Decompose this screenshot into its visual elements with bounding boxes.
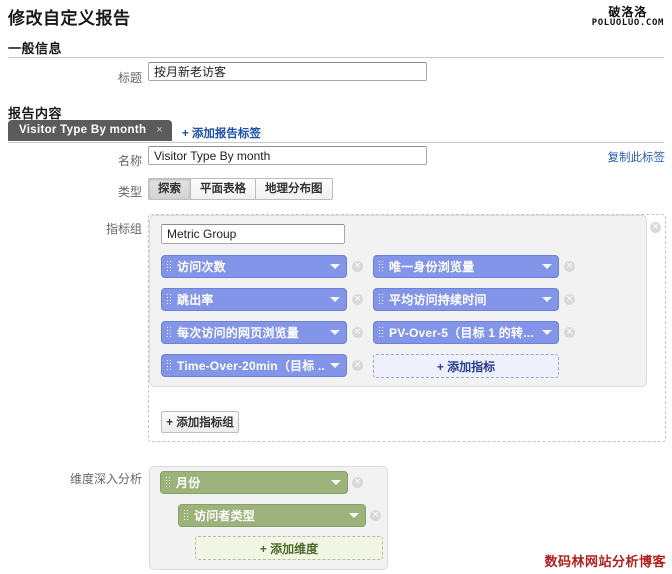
add-report-tab-link[interactable]: + 添加报告标签 [182, 125, 261, 141]
copy-tab-link[interactable]: 复制此标签 [608, 149, 666, 165]
metric-pill-label: 平均访问持续时间 [389, 293, 487, 307]
close-icon[interactable]: × [156, 124, 163, 136]
title-field-label: 标题 [117, 71, 142, 85]
metric-pill-label: 唯一身份浏览量 [389, 260, 475, 274]
metric-pill-time-over-20min[interactable]: Time-Over-20min（目标 ... [161, 354, 347, 377]
name-input[interactable] [148, 146, 427, 165]
drag-handle-icon[interactable] [166, 260, 173, 273]
divider-content [8, 142, 664, 143]
remove-metric-icon-bounce-rate[interactable]: × [352, 294, 363, 305]
dimension-pill-label: 月份 [176, 476, 201, 490]
metric-pill-pageviews-per-visit[interactable]: 每次访问的网页浏览量 [161, 321, 347, 344]
chevron-down-icon[interactable] [330, 363, 340, 368]
name-field-label: 名称 [117, 154, 142, 168]
remove-metric-icon-unique-pageviews[interactable]: × [564, 261, 575, 272]
remove-metric-icon-pv-over-5[interactable]: × [564, 327, 575, 338]
section-heading-general: 一般信息 [8, 41, 63, 56]
chevron-down-icon[interactable] [330, 330, 340, 335]
add-dimension-button[interactable]: + 添加维度 [195, 536, 383, 560]
remove-metric-icon-avg-visit-duration[interactable]: × [564, 294, 575, 305]
report-type-button-explore[interactable]: 探索 [148, 178, 191, 200]
dimension-pill-month[interactable]: 月份 [160, 471, 348, 494]
chevron-down-icon[interactable] [542, 264, 552, 269]
chevron-down-icon[interactable] [330, 297, 340, 302]
dimension-field-label: 维度深入分析 [69, 472, 142, 486]
drag-handle-icon[interactable] [166, 293, 173, 306]
title-input[interactable] [148, 62, 427, 81]
report-tab-label: Visitor Type By month [19, 124, 147, 136]
drag-handle-icon[interactable] [166, 326, 173, 339]
metric-pill-visits[interactable]: 访问次数 [161, 255, 347, 278]
page-title: 修改自定义报告 [8, 9, 131, 28]
divider-general [8, 57, 664, 58]
drag-handle-icon[interactable] [378, 260, 385, 273]
report-tab-visitor-type-by-month[interactable]: Visitor Type By month × [8, 120, 173, 141]
chevron-down-icon[interactable] [542, 330, 552, 335]
metric-group-field-label: 指标组 [105, 222, 142, 236]
metric-pill-unique-pageviews[interactable]: 唯一身份浏览量 [373, 255, 559, 278]
remove-dimension-icon-month[interactable]: × [352, 477, 363, 488]
metric-pill-label: 每次访问的网页浏览量 [177, 326, 300, 340]
report-type-button-group: 探索 平面表格 地理分布图 [148, 178, 333, 200]
add-metric-group-button[interactable]: + 添加指标组 [161, 411, 239, 433]
drag-handle-icon[interactable] [183, 509, 190, 522]
dimension-pill-label: 访问者类型 [194, 509, 256, 523]
type-field-label: 类型 [117, 185, 142, 199]
remove-metric-icon-pageviews-per-visit[interactable]: × [352, 327, 363, 338]
chevron-down-icon[interactable] [349, 513, 359, 518]
metric-pill-pv-over-5[interactable]: PV-Over-5（目标 1 的转... [373, 321, 559, 344]
add-metric-button[interactable]: + 添加指标 [373, 354, 559, 378]
report-type-button-geo-map[interactable]: 地理分布图 [256, 178, 333, 200]
drag-handle-icon[interactable] [166, 359, 173, 372]
dimension-pill-visitor-type[interactable]: 访问者类型 [178, 504, 366, 527]
chevron-down-icon[interactable] [331, 480, 341, 485]
custom-report-editor: 破洛洛 POLUOLUO.COM 修改自定义报告 一般信息 标题 报告内容 Vi… [0, 0, 672, 574]
watermark-domain-text: POLUOLUO.COM [591, 17, 664, 28]
metric-pill-label: 访问次数 [177, 260, 226, 274]
metric-pill-bounce-rate[interactable]: 跳出率 [161, 288, 347, 311]
metric-group-name-input[interactable] [161, 224, 345, 244]
chevron-down-icon[interactable] [330, 264, 340, 269]
report-tab-strip: Visitor Type By month × [8, 120, 173, 143]
drag-handle-icon[interactable] [378, 293, 385, 306]
remove-metric-icon-time-over-20min[interactable]: × [352, 360, 363, 371]
remove-dimension-icon-visitor-type[interactable]: × [370, 510, 381, 521]
metric-pill-label: PV-Over-5（目标 1 的转... [389, 326, 534, 340]
watermark-cn-text: 破洛洛 [608, 5, 648, 19]
blog-watermark: 数码林网站分析博客 [544, 554, 666, 569]
drag-handle-icon[interactable] [165, 476, 172, 489]
metric-pill-avg-visit-duration[interactable]: 平均访问持续时间 [373, 288, 559, 311]
remove-metric-icon-visits[interactable]: × [352, 261, 363, 272]
chevron-down-icon[interactable] [542, 297, 552, 302]
remove-metric-group-icon[interactable]: × [650, 222, 661, 233]
report-type-button-flat-table[interactable]: 平面表格 [191, 178, 256, 200]
metric-pill-label: 跳出率 [177, 293, 214, 307]
site-watermark: 破洛洛 POLUOLUO.COM [592, 6, 664, 28]
drag-handle-icon[interactable] [378, 326, 385, 339]
metric-pill-label: Time-Over-20min（目标 ... [177, 359, 325, 373]
